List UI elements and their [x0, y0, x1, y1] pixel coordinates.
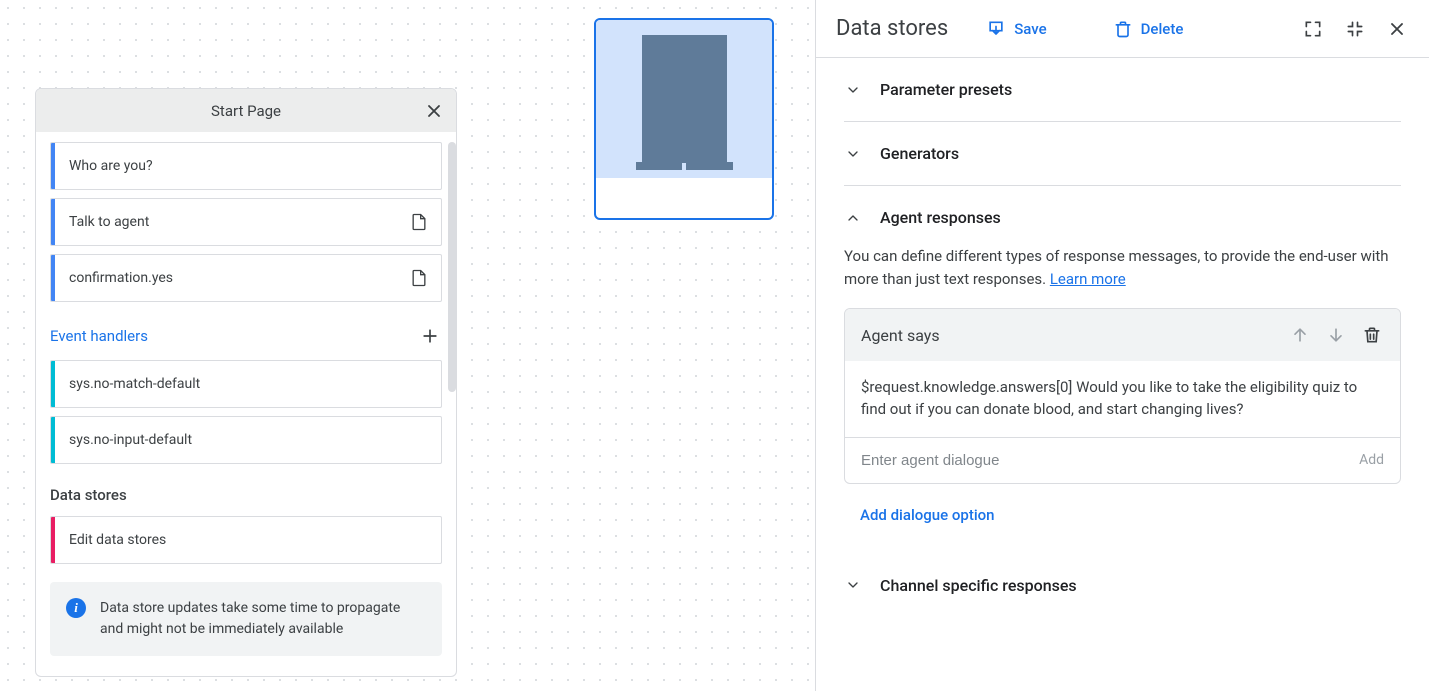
collapse-icon: [1345, 19, 1365, 39]
add-dialogue-button[interactable]: Add: [1359, 452, 1384, 468]
save-label: Save: [1014, 20, 1046, 38]
chevron-down-icon: [844, 576, 862, 594]
add-event-handler-button[interactable]: [418, 324, 442, 348]
info-icon: i: [66, 598, 86, 618]
trash-icon: [1113, 19, 1133, 39]
chevron-down-icon: [844, 145, 862, 163]
minimap-viewport: [596, 20, 772, 178]
intent-row[interactable]: confirmation.yes: [50, 254, 442, 302]
data-store-label: Edit data stores: [55, 532, 429, 548]
right-panel: Data stores Save Delete Parameter pr: [815, 0, 1429, 691]
section-title: Agent responses: [880, 208, 1001, 227]
agent-says-text[interactable]: $request.knowledge.answers[0] Would you …: [845, 361, 1400, 438]
intent-row[interactable]: Talk to agent: [50, 198, 442, 246]
section-channel-specific: Channel specific responses: [844, 546, 1401, 617]
intent-label: confirmation.yes: [55, 270, 409, 286]
start-page-title: Start Page: [211, 102, 281, 120]
event-handlers-label: Event handlers: [50, 327, 148, 345]
close-panel-button[interactable]: [1385, 17, 1409, 41]
scrollbar-thumb[interactable]: [448, 142, 456, 392]
delete-button[interactable]: Delete: [1113, 19, 1184, 39]
delete-label: Delete: [1141, 20, 1184, 38]
panel-title: Data stores: [836, 16, 948, 41]
chevron-down-icon: [844, 81, 862, 99]
right-panel-header: Data stores Save Delete: [816, 0, 1429, 58]
page-icon: [409, 268, 429, 288]
info-box: i Data store updates take some time to p…: [50, 582, 442, 656]
close-icon: [424, 101, 444, 121]
event-handler-row[interactable]: sys.no-input-default: [50, 416, 442, 464]
trash-icon: [1362, 325, 1382, 345]
info-text: Data store updates take some time to pro…: [100, 598, 426, 640]
agent-says-title: Agent says: [861, 326, 1276, 345]
section-parameter-presets: Parameter presets: [844, 58, 1401, 122]
save-icon: [986, 19, 1006, 39]
agent-dialogue-input[interactable]: [861, 452, 1349, 469]
minimap[interactable]: [594, 18, 774, 220]
agent-says-card: Agent says $request.knowledge.answers[0]…: [844, 308, 1401, 484]
learn-more-link[interactable]: Learn more: [1050, 270, 1126, 288]
intent-row[interactable]: Who are you?: [50, 142, 442, 190]
move-up-button[interactable]: [1288, 323, 1312, 347]
arrow-down-icon: [1326, 325, 1346, 345]
add-dialogue-option-button[interactable]: Add dialogue option: [844, 506, 1401, 524]
data-stores-header: Data stores: [50, 472, 442, 508]
chevron-up-icon: [844, 209, 862, 227]
arrow-up-icon: [1290, 325, 1310, 345]
plus-icon: [420, 326, 440, 346]
intent-label: Talk to agent: [55, 214, 409, 230]
close-button[interactable]: [422, 99, 446, 123]
page-icon: [409, 212, 429, 232]
flow-canvas[interactable]: Start Page Who are you? Talk to agent co…: [0, 0, 815, 691]
save-button[interactable]: Save: [986, 19, 1046, 39]
agent-responses-description: You can define different types of respon…: [844, 245, 1401, 290]
agent-says-header: Agent says: [845, 309, 1400, 361]
section-title: Parameter presets: [880, 80, 1012, 99]
minimap-node: [642, 35, 727, 163]
start-page-header: Start Page: [36, 89, 456, 132]
section-header-parameter-presets[interactable]: Parameter presets: [844, 80, 1401, 99]
close-icon: [1387, 19, 1407, 39]
event-handlers-header[interactable]: Event handlers: [50, 310, 442, 352]
collapse-button[interactable]: [1343, 17, 1367, 41]
intent-label: Who are you?: [55, 158, 429, 174]
agent-dialogue-input-row: Add: [845, 438, 1400, 483]
fullscreen-button[interactable]: [1301, 17, 1325, 41]
delete-response-button[interactable]: [1360, 323, 1384, 347]
section-title: Channel specific responses: [880, 576, 1077, 595]
start-page-card: Start Page Who are you? Talk to agent co…: [35, 88, 457, 677]
event-handler-label: sys.no-match-default: [55, 376, 429, 392]
section-header-generators[interactable]: Generators: [844, 144, 1401, 163]
section-header-agent-responses[interactable]: Agent responses: [844, 208, 1401, 227]
fullscreen-icon: [1303, 19, 1323, 39]
event-handler-row[interactable]: sys.no-match-default: [50, 360, 442, 408]
data-store-row[interactable]: Edit data stores: [50, 516, 442, 564]
section-header-channel-specific[interactable]: Channel specific responses: [844, 576, 1401, 595]
start-page-body: Who are you? Talk to agent confirmation.…: [36, 132, 456, 676]
section-generators: Generators: [844, 122, 1401, 186]
section-title: Generators: [880, 144, 959, 163]
move-down-button[interactable]: [1324, 323, 1348, 347]
section-agent-responses: Agent responses You can define different…: [844, 186, 1401, 546]
right-panel-body: Parameter presets Generators Agent respo…: [816, 58, 1429, 691]
data-stores-label: Data stores: [50, 486, 127, 504]
event-handler-label: sys.no-input-default: [55, 432, 429, 448]
